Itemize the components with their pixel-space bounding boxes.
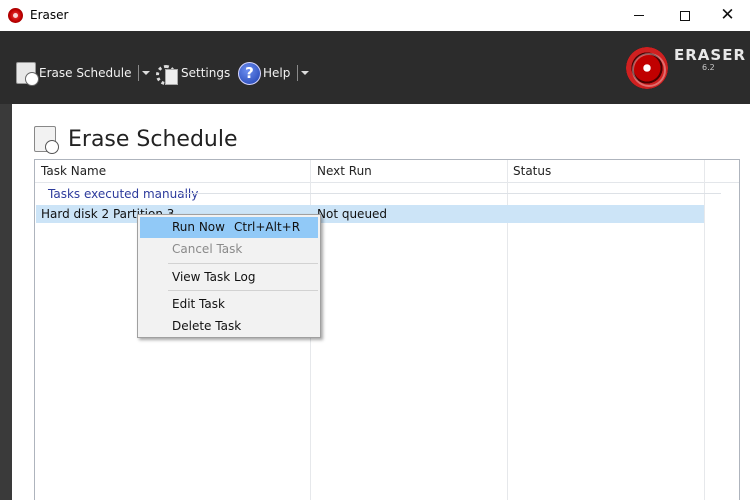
- menu-item-shortcut: Ctrl+Alt+R: [234, 220, 301, 234]
- menu-item-label: View Task Log: [172, 270, 256, 284]
- erase-schedule-dropdown-icon[interactable]: [142, 71, 151, 75]
- menu-separator: [168, 290, 318, 291]
- title-bar: Eraser ✕: [0, 0, 750, 31]
- menu-item-view-task-log[interactable]: View Task Log: [140, 267, 318, 288]
- page-header: Erase Schedule: [34, 126, 238, 154]
- help-icon: ?: [238, 61, 261, 85]
- schedule-icon: [16, 62, 39, 86]
- help-dropdown-icon[interactable]: [301, 71, 310, 75]
- next-run-cell: Not queued: [317, 207, 388, 221]
- context-menu: Run Now Ctrl+Alt+R Cancel Task View Task…: [137, 214, 321, 338]
- close-button[interactable]: ✕: [705, 0, 750, 31]
- column-divider[interactable]: [704, 160, 705, 500]
- menu-separator: [168, 263, 318, 264]
- menu-item-delete-task[interactable]: Delete Task: [140, 316, 318, 337]
- logo-text: ERASER: [674, 46, 747, 64]
- settings-label: Settings: [181, 66, 231, 80]
- page-title: Erase Schedule: [68, 126, 238, 152]
- settings-button[interactable]: Settings: [154, 59, 230, 87]
- eraser-app-icon: [8, 8, 23, 23]
- menu-item-run-now[interactable]: Run Now Ctrl+Alt+R: [140, 217, 318, 238]
- toolbar-separator: [297, 65, 299, 81]
- erase-schedule-label: Erase Schedule: [39, 66, 132, 80]
- column-header-next-run[interactable]: Next Run: [317, 164, 372, 178]
- minimize-button[interactable]: [616, 0, 661, 31]
- minimize-icon: [633, 15, 644, 16]
- group-divider: [181, 193, 721, 194]
- schedule-page-icon: [34, 126, 59, 154]
- menu-item-label: Cancel Task: [172, 242, 243, 256]
- menu-item-label: Delete Task: [172, 319, 242, 333]
- close-icon: ✕: [720, 5, 735, 25]
- list-header: Task Name Next Run Status: [35, 160, 739, 183]
- eraser-logo: ERASER 6.2: [624, 43, 747, 91]
- column-header-task-name[interactable]: Task Name: [41, 164, 106, 178]
- help-button[interactable]: ? Help: [238, 59, 310, 87]
- window-title: Eraser: [30, 8, 69, 22]
- logo-version: 6.2: [702, 63, 715, 72]
- erase-schedule-button[interactable]: Erase Schedule: [16, 59, 151, 87]
- maximize-icon: [679, 10, 690, 21]
- settings-icon: [154, 61, 178, 85]
- radiation-badge-icon: [626, 47, 668, 89]
- column-header-status[interactable]: Status: [513, 164, 551, 178]
- menu-item-cancel-task[interactable]: Cancel Task: [140, 239, 318, 260]
- maximize-button[interactable]: [662, 0, 707, 31]
- group-header[interactable]: Tasks executed manually: [48, 187, 198, 201]
- toolbar-separator: [138, 65, 140, 81]
- menu-item-edit-task[interactable]: Edit Task: [140, 294, 318, 315]
- content-border: [0, 104, 12, 500]
- help-label: Help: [263, 66, 291, 80]
- menu-item-label: Run Now: [172, 220, 225, 234]
- menu-item-label: Edit Task: [172, 297, 225, 311]
